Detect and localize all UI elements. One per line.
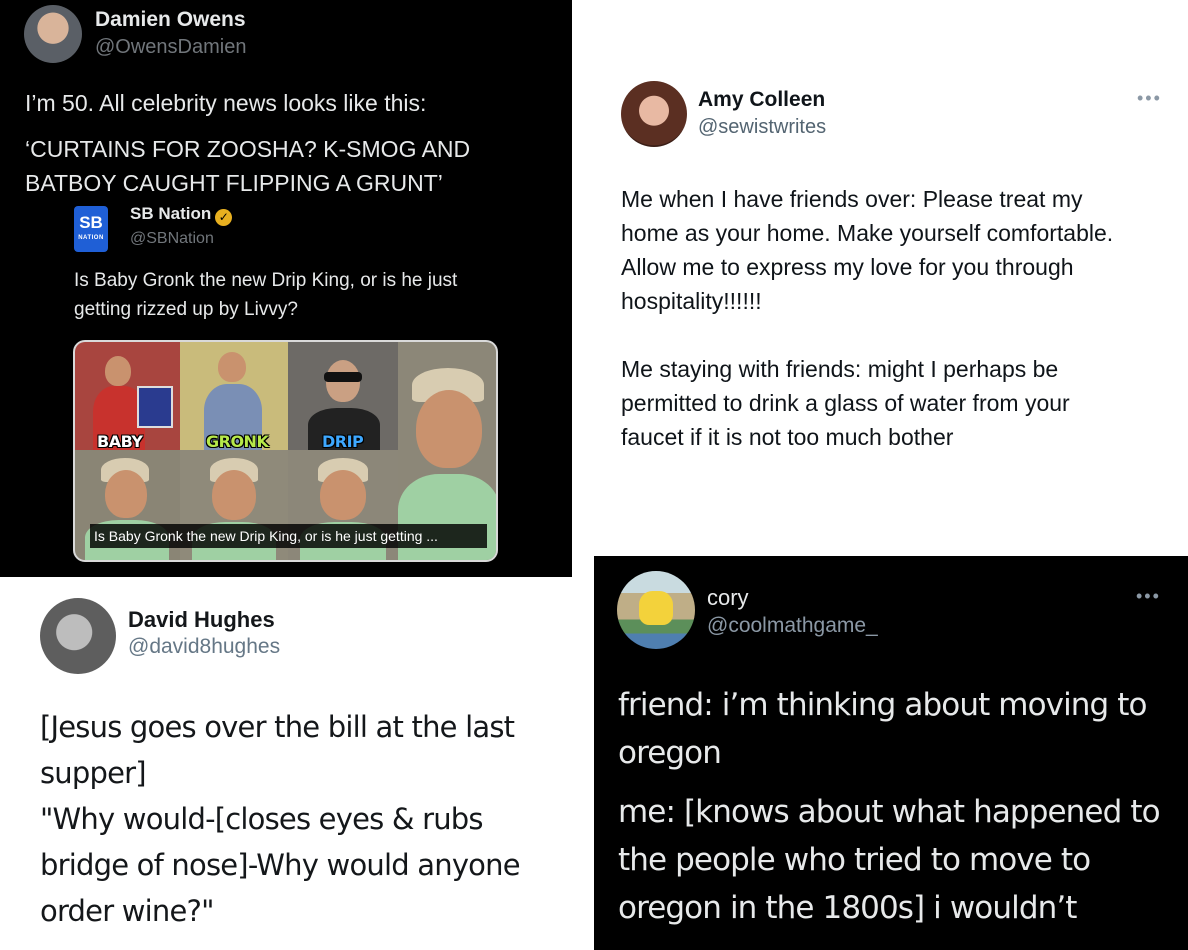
avatar[interactable] [621, 81, 687, 147]
tweet-line: "Why would-[closes eyes & rubs [40, 802, 484, 836]
video-thumbnail[interactable]: BABY GRONK DRIP Is Baby Gronk the new Dr… [73, 340, 498, 562]
tweet-line: hospitality!!!!!! [621, 288, 762, 314]
tweet-line: Me staying with friends: might I perhaps… [621, 356, 1059, 382]
tweet-text: Me when I have friends over: Please trea… [621, 182, 1169, 454]
verified-badge-icon: ✓ [215, 209, 233, 226]
tweet-text: [Jesus goes over the bill at the last su… [40, 704, 580, 934]
tweet-david-hughes: David Hughes @david8hughes [Jesus goes o… [0, 577, 594, 950]
tweet-cory: cory @coolmathgame_ ••• friend: i’m thin… [594, 556, 1188, 950]
thumbnail-panel: BABY [75, 342, 180, 451]
author-handle[interactable]: @sewistwrites [698, 116, 826, 139]
author-handle[interactable]: @OwensDamien [95, 36, 246, 59]
tweet-line: Me when I have friends over: Please trea… [621, 186, 1083, 212]
more-options-icon[interactable]: ••• [1137, 88, 1162, 109]
tweet-line: supper] [40, 756, 147, 790]
tweet-line: ‘CURTAINS FOR ZOOSHA? K-SMOG AND [25, 136, 471, 162]
tweet-line: Allow me to express my love for you thro… [621, 254, 1074, 280]
thumbnail-label: DRIP [322, 432, 364, 451]
quoted-author-name-text: SB Nation [130, 204, 212, 223]
avatar[interactable] [24, 5, 82, 63]
author-name[interactable]: David Hughes [128, 607, 275, 633]
tweet-text: friend: i’m thinking about moving to ore… [618, 681, 1178, 932]
tweet-line: [Jesus goes over the bill at the last [40, 710, 515, 744]
tweet-line: I’m 50. All celebrity news looks like th… [25, 90, 427, 116]
tweet-line: oregon [618, 735, 722, 771]
tweet-line: the people who tried to move to [618, 842, 1091, 878]
tweet-damien-owens: Damien Owens @OwensDamien I’m 50. All ce… [0, 0, 572, 577]
logo-text: SB [79, 213, 103, 232]
video-caption: Is Baby Gronk the new Drip King, or is h… [90, 524, 487, 548]
thumbnail-label: GRONK [206, 432, 269, 451]
avatar[interactable] [617, 571, 695, 649]
avatar[interactable] [40, 598, 116, 674]
sb-nation-logo: SB NATION [74, 206, 108, 252]
author-handle[interactable]: @david8hughes [128, 635, 280, 659]
author-name[interactable]: Damien Owens [95, 8, 246, 32]
thumbnail-panel: GRONK [180, 342, 288, 451]
quoted-author-handle[interactable]: @SBNation [130, 230, 214, 248]
logo-subtext: NATION [78, 235, 104, 241]
thumbnail-label: BABY [97, 432, 143, 451]
tweet-line: oregon in the 1800s] i wouldn’t [618, 890, 1077, 926]
tweet-line: order wine?" [40, 894, 214, 928]
author-name[interactable]: cory [707, 585, 749, 611]
author-name[interactable]: Amy Colleen [698, 88, 825, 112]
more-options-icon[interactable]: ••• [1136, 586, 1161, 607]
tweet-line: faucet if it is not too much bother [621, 424, 954, 450]
tweet-amy-colleen: Amy Colleen @sewistwrites ••• Me when I … [572, 0, 1188, 556]
tweet-line: BATBOY CAUGHT FLIPPING A GRUNT’ [25, 170, 443, 196]
author-handle[interactable]: @coolmathgame_ [707, 614, 878, 638]
tweet-line: permitted to drink a glass of water from… [621, 390, 1070, 416]
quoted-line: Is Baby Gronk the new Drip King, or is h… [74, 270, 458, 291]
tweet-line: friend: i’m thinking about moving to [618, 687, 1148, 723]
quoted-line: getting rizzed up by Livvy? [74, 299, 298, 320]
quoted-author-name[interactable]: SB Nation ✓ [130, 204, 233, 226]
quoted-tweet-text: Is Baby Gronk the new Drip King, or is h… [74, 266, 514, 324]
thumbnail-panel: DRIP [288, 342, 398, 451]
tweet-line: bridge of nose]-Why would anyone [40, 848, 521, 882]
tweet-line: me: [knows about what happened to [618, 794, 1161, 830]
tweet-text: I’m 50. All celebrity news looks like th… [25, 86, 545, 200]
tweet-line: home as your home. Make yourself comfort… [621, 220, 1114, 246]
pikachu-icon [639, 591, 673, 625]
